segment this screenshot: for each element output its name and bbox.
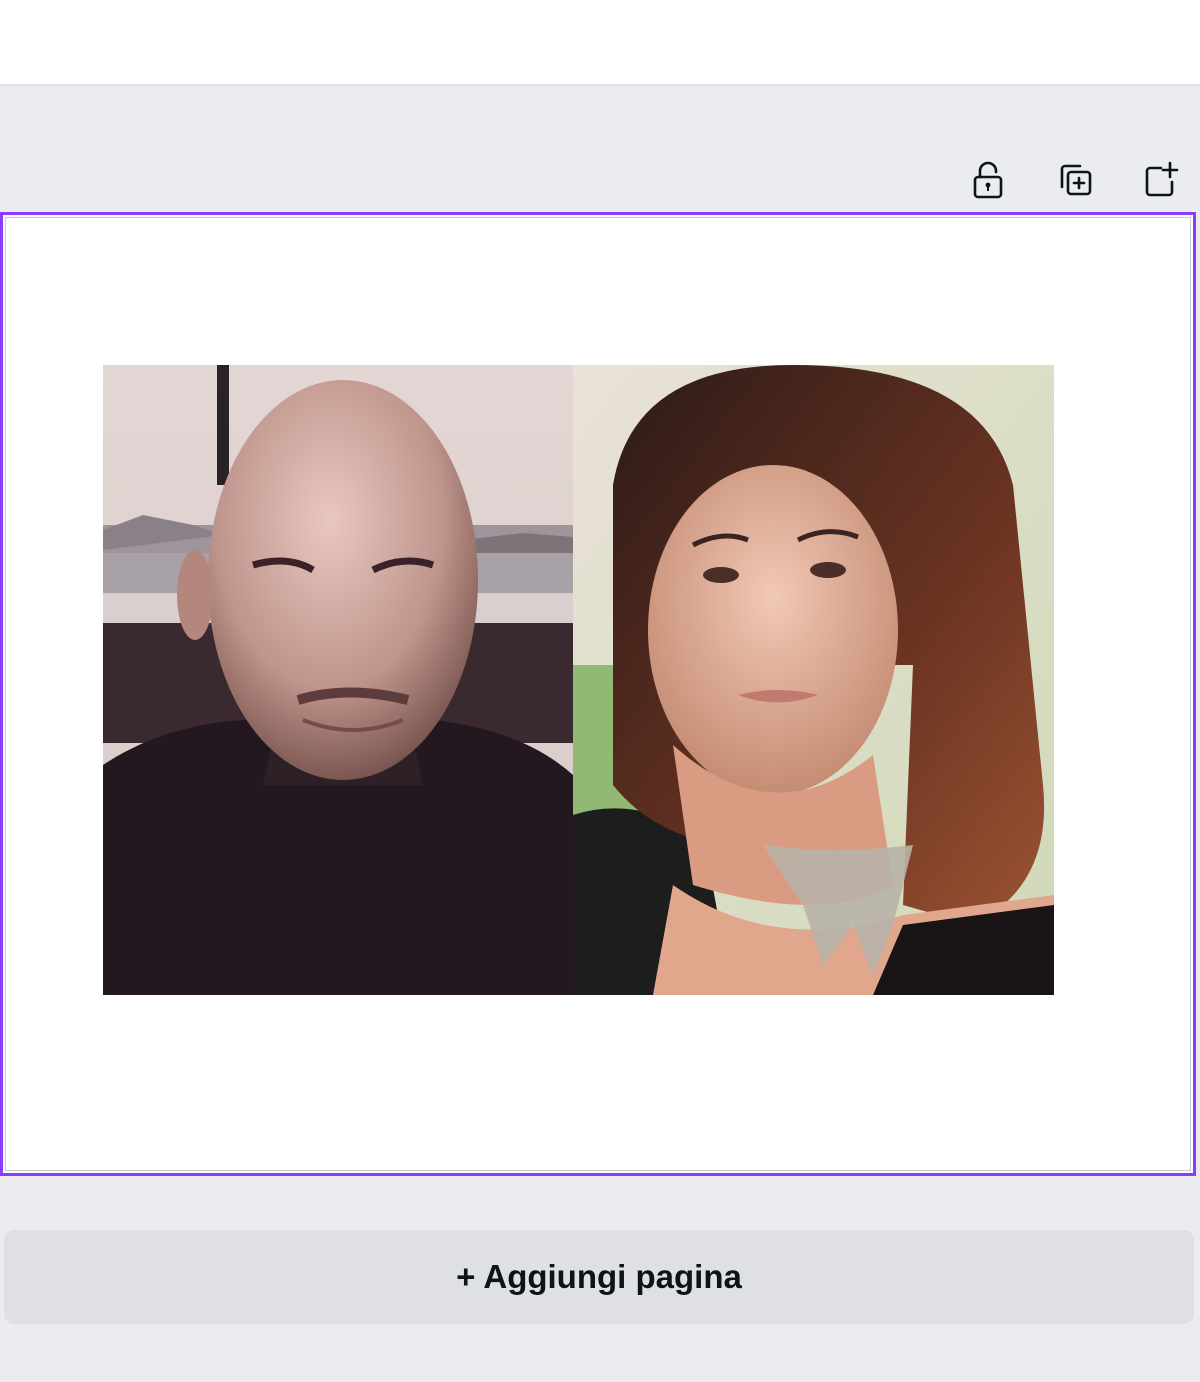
add-page-button[interactable]: + Aggiungi pagina [4, 1230, 1194, 1324]
photo-man-portrait[interactable] [103, 365, 573, 995]
add-page-icon [1145, 161, 1179, 197]
lock-open-icon [973, 161, 1003, 199]
photo-woman-portrait[interactable] [573, 365, 1054, 995]
design-page-canvas[interactable] [0, 212, 1196, 1176]
page-surface [5, 217, 1191, 1171]
top-bar [0, 0, 1200, 86]
add-page-icon-button[interactable] [1130, 150, 1190, 210]
man-portrait-image [103, 365, 573, 995]
lock-button[interactable] [958, 150, 1018, 210]
page-toolbar [0, 140, 1200, 210]
duplicate-page-button[interactable] [1045, 150, 1105, 210]
woman-portrait-image [573, 365, 1054, 995]
duplicate-page-icon [1060, 164, 1092, 196]
